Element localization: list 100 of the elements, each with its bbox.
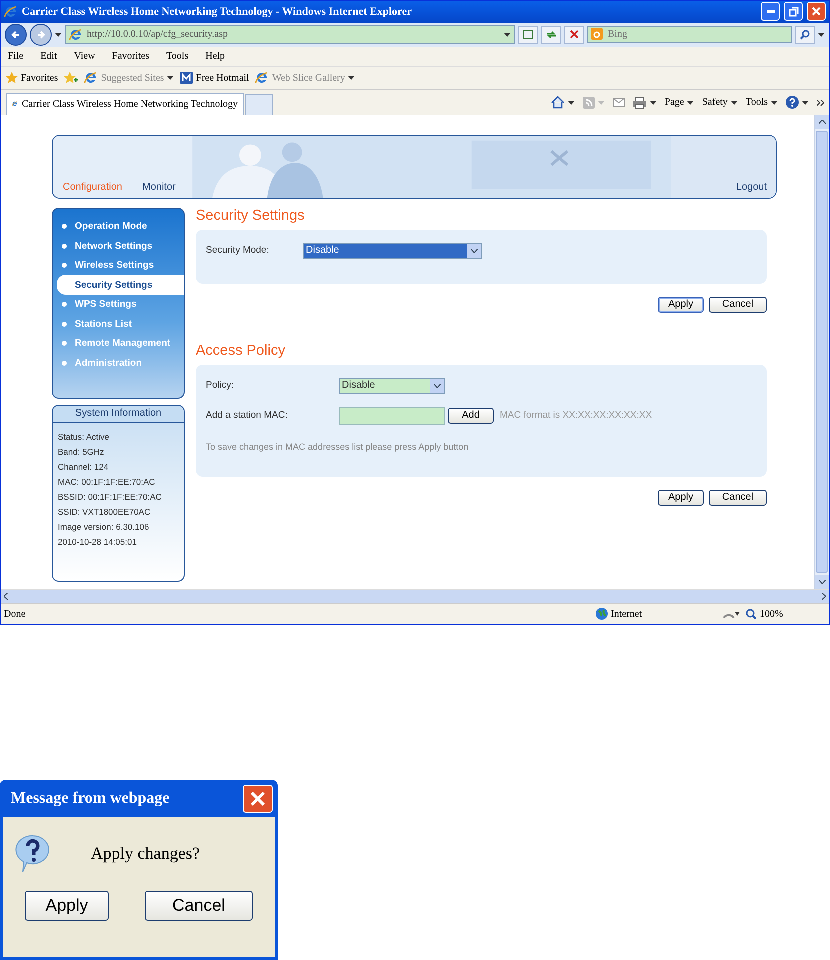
back-button[interactable] xyxy=(5,24,27,46)
status-text: Done xyxy=(4,608,27,620)
caret-icon xyxy=(771,100,778,105)
command-menu[interactable]: Page xyxy=(664,97,694,108)
security-zone: Internet xyxy=(596,608,716,620)
search-button[interactable] xyxy=(795,26,815,44)
caret-icon xyxy=(730,100,738,105)
logout-link[interactable]: Logout xyxy=(736,182,767,193)
zoom-control[interactable]: 100% xyxy=(746,608,826,620)
apply-button[interactable]: Apply xyxy=(25,891,109,921)
help-button[interactable] xyxy=(786,96,809,110)
sidebar-item[interactable]: Security Settings xyxy=(57,275,184,295)
minimize-icon xyxy=(766,10,774,14)
close-button[interactable] xyxy=(807,2,826,22)
dialog-title: Message from webpage xyxy=(11,790,170,808)
search-icon xyxy=(800,30,810,40)
refresh-button[interactable] xyxy=(541,26,561,44)
system-info-line: Channel: 124 xyxy=(58,462,110,472)
favorites-button[interactable]: Favorites xyxy=(6,72,58,84)
chevron-right-icon xyxy=(822,593,826,600)
dialog-message: Apply changes? xyxy=(91,844,200,864)
security-mode-select[interactable]: Disable xyxy=(303,242,482,259)
system-info-line: Band: 5GHz xyxy=(58,446,106,457)
compatibility-button[interactable] xyxy=(518,26,538,44)
menu-item[interactable]: Edit xyxy=(40,50,58,62)
apply-button[interactable]: Apply xyxy=(658,490,704,506)
system-info-line: Image version: 6.30.106 xyxy=(58,522,150,532)
sidebar-item[interactable]: Network Settings xyxy=(53,236,184,256)
magnifier-icon xyxy=(746,608,757,620)
help-icon xyxy=(786,96,799,110)
m-logo-icon xyxy=(180,72,194,84)
cancel-button[interactable]: Cancel xyxy=(145,891,253,921)
menu-item[interactable]: Help xyxy=(206,50,226,62)
favorites-link[interactable]: Free Hotmail xyxy=(180,72,250,84)
stop-icon xyxy=(570,30,578,40)
field-label: Policy: xyxy=(206,380,235,392)
system-info-line: SSID: VXT1800EE70AC xyxy=(58,506,152,517)
chevron-left-icon xyxy=(4,593,8,600)
search-field[interactable]: Bing xyxy=(587,26,792,44)
apply-button[interactable]: Apply xyxy=(658,296,704,313)
print-button[interactable] xyxy=(632,96,657,109)
browser-tab[interactable]: Carrier Class Wireless Home Networking Technology xyxy=(6,92,244,115)
menu-item[interactable]: File xyxy=(8,50,24,62)
add-button[interactable]: Add xyxy=(448,408,494,424)
command-menu[interactable]: Safety xyxy=(702,97,738,108)
header-nav-link[interactable]: Monitor xyxy=(142,182,176,193)
forward-button[interactable] xyxy=(30,24,52,46)
caret-icon xyxy=(598,100,605,105)
system-info-title: System Information xyxy=(53,406,184,423)
cancel-button[interactable]: Cancel xyxy=(709,490,767,506)
printer-icon xyxy=(632,96,647,109)
close-icon xyxy=(251,792,265,806)
sidebar-item[interactable]: Operation Mode xyxy=(53,216,184,236)
restore-button[interactable] xyxy=(784,2,803,22)
back-arrow-icon xyxy=(11,30,21,40)
more-chevron-icon[interactable] xyxy=(817,100,824,106)
command-menu[interactable]: Tools xyxy=(746,97,778,108)
menu-item[interactable]: Favorites xyxy=(112,50,150,62)
horizontal-scrollbar[interactable] xyxy=(1,589,829,604)
refresh-icon xyxy=(546,30,556,40)
field-label: Add a station MAC: xyxy=(206,410,289,422)
chevron-down-icon xyxy=(818,580,826,584)
caret-icon xyxy=(348,76,356,80)
policy-select[interactable]: Disable xyxy=(339,378,445,394)
info-note: To save changes in MAC addresses list please press Apply button xyxy=(206,442,470,452)
close-button[interactable] xyxy=(243,784,273,812)
mac-input-field[interactable] xyxy=(339,406,445,425)
home-button[interactable] xyxy=(550,96,575,110)
restore-icon xyxy=(788,6,798,17)
e-logo-icon xyxy=(255,71,270,86)
page-icon xyxy=(522,30,534,40)
chevron-down-icon xyxy=(470,248,478,253)
forward-arrow-icon xyxy=(36,30,46,40)
close-icon xyxy=(812,7,821,16)
e-logo-icon xyxy=(84,71,98,86)
star-icon xyxy=(6,72,18,84)
sidebar-item[interactable]: Wireless Settings xyxy=(53,256,184,276)
caret-icon xyxy=(650,100,657,105)
menu-item[interactable]: Tools xyxy=(166,50,189,62)
history-caret-icon xyxy=(55,32,62,37)
section-title: Access Policy xyxy=(196,342,286,361)
mail-icon[interactable] xyxy=(612,98,625,108)
search-options-caret-icon xyxy=(818,32,825,37)
cancel-button[interactable]: Cancel xyxy=(709,296,767,313)
stop-button[interactable] xyxy=(564,26,584,44)
section-title: Security Settings xyxy=(196,208,306,226)
globe-icon xyxy=(596,608,608,620)
system-info-line: 2010-10-28 14:05:01 xyxy=(58,536,138,547)
system-info-line: MAC: 00:1F:1F:EE:70:AC xyxy=(58,476,156,487)
menu-item[interactable]: View xyxy=(74,50,96,62)
caret-icon xyxy=(504,32,511,37)
rss-icon xyxy=(582,96,595,109)
e-logo-icon xyxy=(4,4,18,19)
address-field[interactable]: http://10.0.0.10/ap/cfg_security.asp xyxy=(65,25,515,44)
caret-icon xyxy=(687,100,694,105)
caret-icon xyxy=(167,76,174,80)
caret-icon xyxy=(802,100,809,105)
add-favorite-icon[interactable] xyxy=(64,72,78,85)
minimize-button[interactable] xyxy=(761,2,780,22)
vertical-scrollbar[interactable] xyxy=(814,114,829,590)
